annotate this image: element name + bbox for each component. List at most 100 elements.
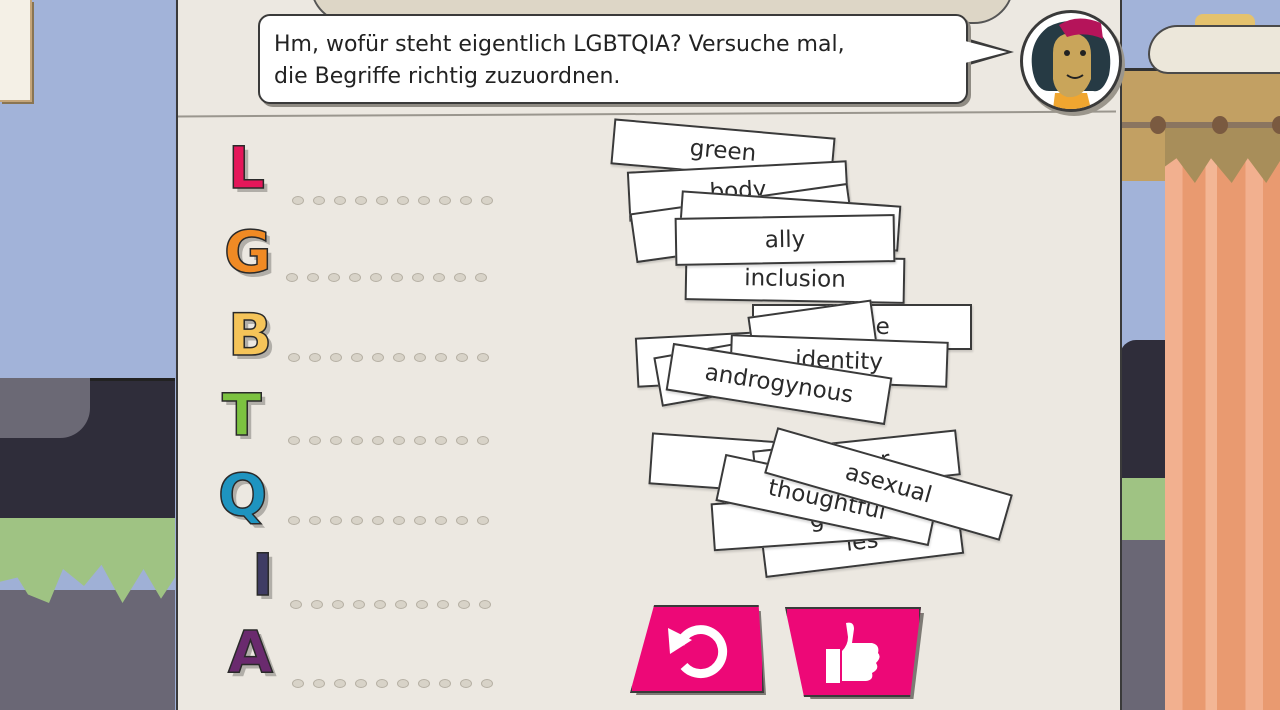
slot-dot — [288, 352, 300, 362]
slot-dot — [355, 195, 367, 205]
slot-dot — [376, 195, 388, 205]
speech-bubble: Hm, wofür steht eigentlich LGBTQIA? Vers… — [258, 14, 968, 104]
slot-dot — [456, 435, 468, 445]
answer-slot-q[interactable] — [288, 513, 513, 527]
slot-dot — [435, 515, 447, 525]
slot-dot — [292, 678, 304, 688]
slot-dot — [330, 515, 342, 525]
slot-dot — [330, 435, 342, 445]
slot-dot — [292, 195, 304, 205]
slot-dot — [372, 515, 384, 525]
word-card[interactable]: ally — [674, 214, 896, 266]
slot-dot — [376, 678, 388, 688]
letter-a: A — [227, 618, 273, 686]
answer-slot-l[interactable] — [292, 193, 497, 207]
slot-dot — [351, 515, 363, 525]
slot-dot — [393, 352, 405, 362]
speech-bubble-tail-fill — [965, 41, 1007, 63]
letter-i: I — [251, 541, 274, 609]
slot-dot — [334, 678, 346, 688]
curtain-ring — [1150, 116, 1166, 134]
letter-g: G — [223, 218, 272, 286]
slot-dot — [477, 435, 489, 445]
slot-dot — [414, 515, 426, 525]
background-picture-frame — [0, 0, 32, 102]
slot-dot — [481, 678, 493, 688]
curtain-ring — [1272, 116, 1280, 134]
slot-dot — [391, 272, 403, 282]
slot-dot — [418, 678, 430, 688]
slot-dot — [456, 352, 468, 362]
slot-dot — [288, 435, 300, 445]
confirm-button[interactable] — [785, 607, 921, 697]
letter-q: Q — [217, 461, 268, 529]
slot-dot — [311, 599, 323, 609]
slot-dot — [479, 599, 491, 609]
slot-dot — [328, 272, 340, 282]
slot-dot — [355, 678, 367, 688]
slot-dot — [290, 599, 302, 609]
slot-dot — [418, 195, 430, 205]
slot-dot — [477, 515, 489, 525]
slot-dot — [433, 272, 445, 282]
slot-dot — [313, 195, 325, 205]
reset-icon — [668, 625, 728, 679]
letter-l: L — [227, 134, 265, 202]
speech-line-1: Hm, wofür steht eigentlich LGBTQIA? Vers… — [274, 32, 845, 57]
background-sofa-right — [1120, 340, 1165, 480]
slot-dot — [313, 678, 325, 688]
slot-dot — [374, 599, 386, 609]
slot-dot — [460, 195, 472, 205]
thumbs-up-icon — [826, 622, 880, 683]
slot-dot — [286, 272, 298, 282]
background-hat — [1148, 25, 1280, 74]
character-avatar — [1020, 10, 1122, 112]
background-curtain — [1165, 130, 1280, 710]
letter-t: T — [221, 381, 262, 449]
slot-dot — [414, 352, 426, 362]
slot-dot — [372, 352, 384, 362]
answer-slot-i[interactable] — [290, 597, 505, 611]
slot-dot — [395, 599, 407, 609]
slot-dot — [439, 678, 451, 688]
slot-dot — [353, 599, 365, 609]
slot-dot — [334, 195, 346, 205]
answer-slot-t[interactable] — [288, 433, 508, 447]
answer-slot-b[interactable] — [288, 350, 513, 364]
slot-dot — [454, 272, 466, 282]
slot-dot — [288, 515, 300, 525]
slot-dot — [351, 352, 363, 362]
slot-dot — [307, 272, 319, 282]
answer-slot-a[interactable] — [292, 676, 507, 690]
slot-dot — [330, 352, 342, 362]
curtain-ring — [1212, 116, 1228, 134]
slot-dot — [456, 515, 468, 525]
slot-dot — [309, 435, 321, 445]
slot-dot — [416, 599, 428, 609]
slot-dot — [435, 352, 447, 362]
letter-b: B — [227, 301, 273, 369]
character-portrait-icon — [1031, 18, 1111, 109]
speech-line-2: die Begriffe richtig zuzuordnen. — [274, 64, 621, 89]
slot-dot — [439, 195, 451, 205]
slot-dot — [412, 272, 424, 282]
slot-dot — [460, 678, 472, 688]
slot-dot — [458, 599, 470, 609]
slot-dot — [309, 515, 321, 525]
slot-dot — [481, 195, 493, 205]
background-floor-right — [1120, 540, 1165, 710]
slot-dot — [477, 352, 489, 362]
background-floor-left — [0, 590, 175, 710]
slot-dot — [435, 435, 447, 445]
slot-dot — [397, 195, 409, 205]
slot-dot — [332, 599, 344, 609]
slot-dot — [397, 678, 409, 688]
slot-dot — [475, 272, 487, 282]
slot-dot — [309, 352, 321, 362]
slot-dot — [351, 435, 363, 445]
slot-dot — [349, 272, 361, 282]
answer-slot-g[interactable] — [286, 270, 501, 284]
slot-dot — [437, 599, 449, 609]
slot-dot — [372, 435, 384, 445]
background-curtain-rings — [1150, 116, 1280, 136]
